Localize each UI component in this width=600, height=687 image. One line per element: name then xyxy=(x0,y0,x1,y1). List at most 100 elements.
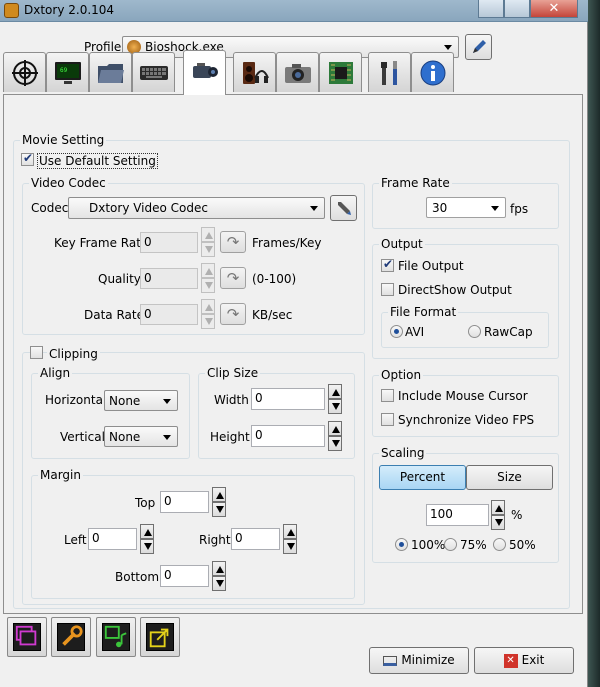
arrow-down-icon[interactable] xyxy=(491,515,505,530)
frame-rate-dropdown[interactable]: 30 xyxy=(426,197,506,218)
vertical-label: Vertical xyxy=(60,430,105,444)
settings-button[interactable] xyxy=(51,617,91,657)
arrow-down-icon[interactable] xyxy=(201,278,215,293)
tab-keyboard[interactable] xyxy=(132,52,175,92)
arrow-up-icon[interactable] xyxy=(212,487,226,502)
scaling-input[interactable]: 100 xyxy=(426,504,489,526)
left-label: Left xyxy=(64,533,87,547)
key-frame-reset-button[interactable]: ↷ xyxy=(220,231,246,253)
minimize-window-button[interactable] xyxy=(478,0,504,18)
scaling-stepper[interactable] xyxy=(491,500,505,530)
exit-icon: ✕ xyxy=(503,653,518,668)
height-input[interactable]: 0 xyxy=(251,425,325,447)
arrow-up-icon[interactable] xyxy=(283,524,297,539)
audio-video-button[interactable] xyxy=(96,617,136,657)
file-output-label: File Output xyxy=(398,259,464,273)
bottom-input[interactable]: 0 xyxy=(160,565,209,587)
clipping-label: Clipping xyxy=(47,347,100,361)
arrow-up-icon[interactable] xyxy=(201,227,215,242)
quality-input[interactable]: 0 xyxy=(140,268,198,289)
tab-camera[interactable] xyxy=(276,52,319,92)
tab-info[interactable] xyxy=(411,52,454,92)
scaling-title: Scaling xyxy=(379,446,427,460)
vertical-dropdown[interactable]: None xyxy=(104,426,178,447)
right-stepper[interactable] xyxy=(283,524,297,554)
file-output-checkbox[interactable] xyxy=(381,257,394,272)
percent-button[interactable]: Percent xyxy=(379,465,466,490)
top-stepper[interactable] xyxy=(212,487,226,517)
exit-button[interactable]: ✕ Exit xyxy=(474,647,574,674)
arrow-down-icon[interactable] xyxy=(328,436,342,451)
scale-50-radio[interactable] xyxy=(493,538,506,551)
data-rate-reset-button[interactable]: ↷ xyxy=(220,303,246,325)
arrow-down-icon[interactable] xyxy=(212,576,226,591)
height-label: Height xyxy=(210,430,250,444)
width-input[interactable]: 0 xyxy=(251,388,325,410)
arrow-up-icon[interactable] xyxy=(201,299,215,314)
movie-setting-title: Movie Setting xyxy=(20,133,107,147)
arrow-up-icon[interactable] xyxy=(201,263,215,278)
maximize-window-button[interactable] xyxy=(504,0,530,18)
clipping-checkbox[interactable] xyxy=(30,346,43,359)
codec-dropdown[interactable]: Dxtory Video Codec xyxy=(68,197,325,219)
avi-radio[interactable] xyxy=(390,325,403,338)
arrow-up-icon[interactable] xyxy=(491,500,505,515)
arrow-up-icon[interactable] xyxy=(328,421,342,436)
video-capture-button[interactable] xyxy=(7,617,47,657)
rawcap-radio[interactable] xyxy=(468,325,481,338)
horizontal-dropdown[interactable]: None xyxy=(104,390,178,411)
tab-tools[interactable] xyxy=(368,52,411,92)
frame-rate-title: Frame Rate xyxy=(379,176,452,190)
arrow-up-icon[interactable] xyxy=(328,384,342,399)
tab-audio[interactable] xyxy=(233,52,276,92)
tab-movie[interactable] xyxy=(183,50,226,95)
height-stepper[interactable] xyxy=(328,421,342,451)
key-frame-input[interactable]: 0 xyxy=(140,232,198,253)
chevron-down-icon xyxy=(310,206,318,211)
quality-reset-button[interactable]: ↷ xyxy=(220,267,246,289)
sync-fps-checkbox[interactable] xyxy=(381,413,394,426)
width-stepper[interactable] xyxy=(328,384,342,414)
svg-text:69: 69 xyxy=(60,67,68,74)
tab-folder[interactable] xyxy=(89,52,132,92)
tab-crosshair[interactable] xyxy=(3,52,46,92)
arrow-up-icon[interactable] xyxy=(212,561,226,576)
close-window-button[interactable]: ✕ xyxy=(530,0,578,18)
tab-chip[interactable] xyxy=(319,52,362,92)
data-rate-input[interactable]: 0 xyxy=(140,304,198,325)
arrow-down-icon[interactable] xyxy=(201,242,215,257)
tab-monitor[interactable]: 69 xyxy=(46,52,89,92)
avi-label: AVI xyxy=(405,325,425,339)
arrow-down-icon[interactable] xyxy=(283,539,297,554)
quality-stepper[interactable] xyxy=(201,263,215,293)
include-mouse-checkbox[interactable] xyxy=(381,389,394,402)
directshow-output-checkbox[interactable] xyxy=(381,283,394,296)
export-button[interactable] xyxy=(140,617,180,657)
scale-75-radio[interactable] xyxy=(444,538,457,551)
use-default-checkbox[interactable] xyxy=(21,151,34,166)
arrow-up-icon[interactable] xyxy=(140,524,154,539)
data-rate-label: Data Rate xyxy=(84,308,144,322)
frame-rate-value: 30 xyxy=(432,201,448,215)
size-button[interactable]: Size xyxy=(466,465,553,490)
arrow-down-icon[interactable] xyxy=(140,539,154,554)
top-label: Top xyxy=(135,496,156,510)
top-input[interactable]: 0 xyxy=(160,491,209,513)
output-title: Output xyxy=(379,237,425,251)
wrench-icon xyxy=(57,623,85,651)
minimize-button[interactable]: Minimize xyxy=(369,647,469,674)
arrow-down-icon[interactable] xyxy=(201,314,215,329)
reset-arrow-icon: ↷ xyxy=(226,269,240,287)
left-stepper[interactable] xyxy=(140,524,154,554)
key-frame-stepper[interactable] xyxy=(201,227,215,257)
data-rate-stepper[interactable] xyxy=(201,299,215,329)
arrow-down-icon[interactable] xyxy=(212,502,226,517)
arrow-down-icon[interactable] xyxy=(328,399,342,414)
bottom-stepper[interactable] xyxy=(212,561,226,591)
codec-settings-button[interactable] xyxy=(330,195,357,221)
left-input[interactable]: 0 xyxy=(88,528,137,550)
edit-profile-button[interactable] xyxy=(465,34,492,60)
right-input[interactable]: 0 xyxy=(231,528,280,550)
chevron-down-icon xyxy=(163,398,171,404)
scale-100-radio[interactable] xyxy=(395,538,408,551)
